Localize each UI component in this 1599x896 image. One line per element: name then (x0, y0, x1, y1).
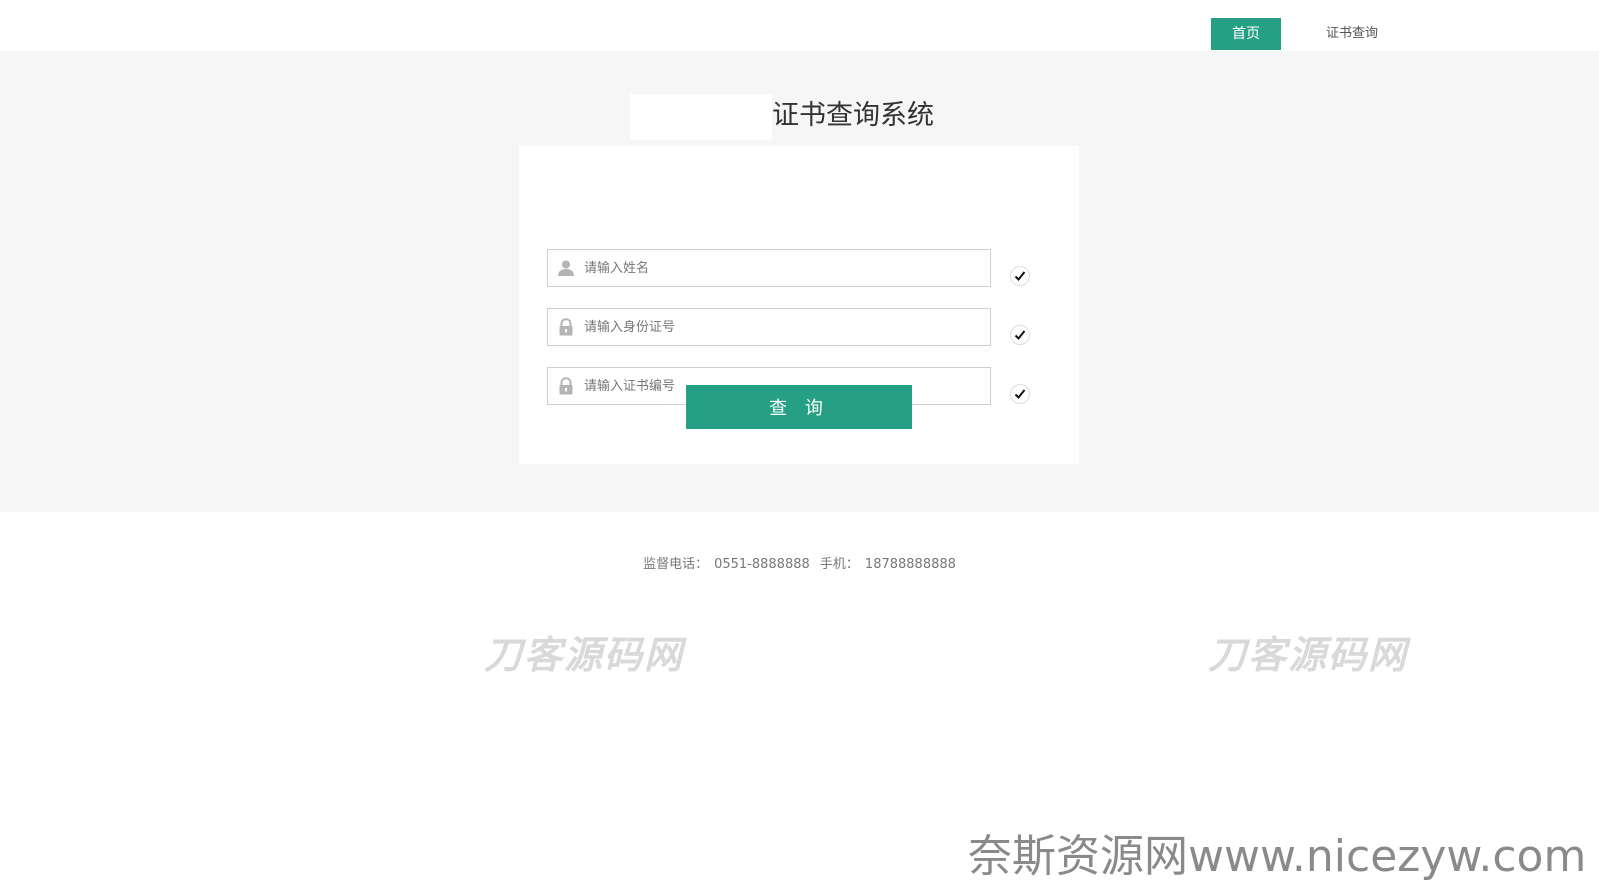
supervision-phone-label: 监督电话： (643, 557, 709, 572)
lock-icon (557, 318, 575, 336)
mobile-label: 手机： (819, 557, 859, 572)
logo (630, 94, 772, 140)
check-icon (1010, 384, 1030, 404)
id-number-field (547, 308, 991, 346)
footer-contact: 监督电话： 0551-8888888 手机： 18788888888 (0, 553, 1599, 572)
id-number-input[interactable] (584, 309, 984, 345)
nav-certificate-query-link[interactable]: 证书查询 (1309, 18, 1395, 50)
watermark-text: 刀客源码网 (1208, 633, 1409, 677)
query-form: 查 询 (519, 146, 1079, 464)
lock-icon (557, 377, 575, 395)
page-title: 证书查询系统 (772, 100, 934, 131)
check-icon (1010, 266, 1030, 286)
nav-home-link[interactable]: 首页 (1211, 18, 1281, 50)
user-icon (557, 259, 575, 277)
query-button[interactable]: 查 询 (686, 385, 912, 429)
supervision-phone: 0551-8888888 (714, 557, 810, 572)
site-watermark: 奈斯资源网www.nicezyw.com (968, 831, 1587, 882)
name-field (547, 249, 991, 287)
main-section: 证书查询系统 请输入姓名 请输入身份证号 请输入证书编号 查 询 (0, 51, 1599, 512)
check-icon (1010, 325, 1030, 345)
watermark-text: 刀客源码网 (484, 633, 685, 677)
top-navigation: 首页 证书查询 (0, 0, 1599, 51)
mobile-number: 18788888888 (864, 557, 956, 572)
name-input[interactable] (584, 250, 984, 286)
